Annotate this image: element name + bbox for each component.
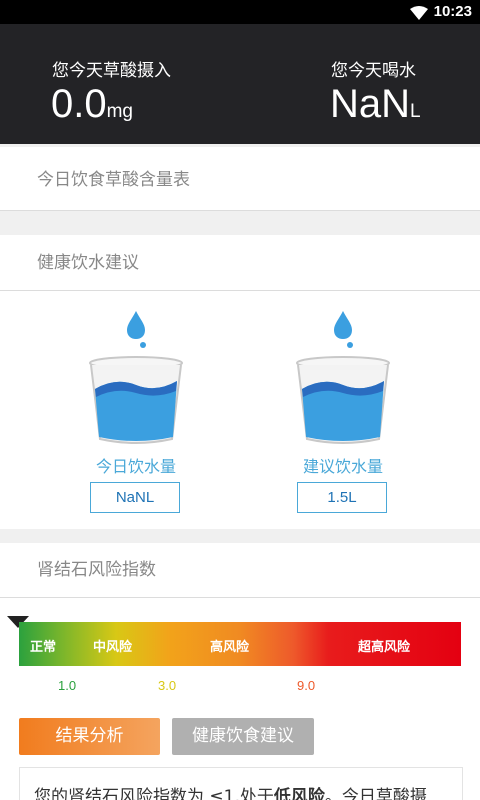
result-text: 您的肾结石风险指数为 ≤1,处于低风险。今日草酸摄 <box>19 767 463 800</box>
oxalate-intake-label: 您今天草酸摄入 <box>52 61 171 81</box>
water-advice-title: 健康饮水建议 <box>0 235 480 291</box>
oxalate-intake-value: 0.0mg <box>51 82 134 126</box>
suggested-water-label: 建议饮水量 <box>302 457 383 476</box>
water-unit: L <box>410 101 421 122</box>
oxalate-unit: mg <box>106 101 134 122</box>
risk-scale-bar: 正常 中风险 高风险 超高风险 <box>19 622 461 666</box>
risk-level-normal: 正常 <box>30 640 57 655</box>
diet-advice-button[interactable]: 健康饮食建议 <box>172 718 314 755</box>
suggested-water-value: 1.5L <box>297 482 387 513</box>
water-cups-panel: 今日饮水量 NaNL 建议饮水量 1.5L <box>0 291 480 529</box>
risk-level-high: 高风险 <box>210 640 250 655</box>
result-analysis-button[interactable]: 结果分析 <box>19 718 160 755</box>
risk-panel: 正常 中风险 高风险 超高风险 1.0 3.0 9.0 结果分析 健康饮食建议 … <box>0 598 480 800</box>
risk-level-very-high: 超高风险 <box>358 640 411 655</box>
status-bar: 10:23 <box>0 0 480 24</box>
risk-tick-1: 1.0 <box>58 678 77 693</box>
water-intake-value: NaNL <box>330 82 421 126</box>
risk-tick-9: 9.0 <box>297 678 316 693</box>
stone-risk-title: 肾结石风险指数 <box>0 543 480 598</box>
wifi-icon <box>410 6 428 20</box>
water-glass-icon <box>89 311 183 444</box>
water-intake-label: 您今天喝水 <box>331 61 416 81</box>
risk-level-medium: 中风险 <box>93 640 133 655</box>
daily-summary-header: 您今天草酸摄入 0.0mg 您今天喝水 NaNL <box>0 24 480 144</box>
oxalate-table-row[interactable]: 今日饮食草酸含量表 <box>0 147 480 211</box>
risk-tick-3: 3.0 <box>158 678 177 693</box>
today-water-label: 今日饮水量 <box>95 457 176 476</box>
water-glass-icon <box>296 311 390 444</box>
today-water-value: NaNL <box>90 482 180 513</box>
status-time: 10:23 <box>433 3 472 20</box>
risk-level-text: 低风险 <box>273 787 325 800</box>
